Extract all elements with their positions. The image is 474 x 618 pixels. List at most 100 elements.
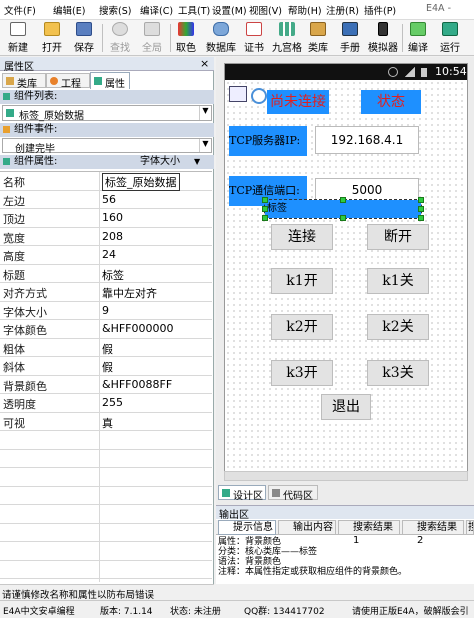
component-event-select[interactable]: 创建完毕 ▼ [2,138,212,155]
property-row[interactable]: 对齐方式 靠中左对齐 [0,283,212,302]
tab-properties[interactable]: 属性 [90,72,130,90]
k2-off-button[interactable]: k2关 [367,314,429,340]
menu-tools[interactable]: 工具(T) [178,3,210,17]
property-value[interactable]: 255 [102,396,123,409]
global-search-button[interactable]: 全局 [140,22,164,54]
property-value[interactable]: 假 [102,359,113,375]
menu-plugin[interactable]: 插件(P) [364,3,396,17]
menu-compile[interactable]: 编译(C) [140,3,173,17]
resize-handle[interactable] [418,215,424,221]
menu-edit[interactable]: 编辑(E) [53,3,85,17]
property-value[interactable]: 靠中左对齐 [102,285,157,301]
property-value[interactable]: 假 [102,341,113,357]
chevron-down-icon[interactable]: ▼ [199,139,211,152]
new-button[interactable]: 新建 [6,22,30,54]
tab-code[interactable]: 代码区 [268,485,318,502]
property-key: 宽度 [3,231,25,245]
port-input[interactable]: 5000 [315,178,419,202]
resize-handle[interactable] [262,215,268,221]
menu-file[interactable]: 文件(F) [4,3,36,17]
simulator-button[interactable]: 模拟器 [366,22,400,54]
resize-handle[interactable] [340,215,346,221]
run-button[interactable]: 运行 [438,22,462,54]
resize-handle[interactable] [262,206,268,212]
property-value[interactable]: 真 [102,415,113,431]
manual-button[interactable]: 手册 [338,22,362,54]
k3-on-button[interactable]: k3开 [271,360,333,386]
status-label-not-connected[interactable]: 尚未连接 [267,90,329,114]
tab-search-more[interactable]: 搜索 [466,520,474,535]
menu-settings[interactable]: 设置(M) [212,3,247,17]
k1-off-button[interactable]: k1关 [367,268,429,294]
property-key: 斜体 [3,361,25,374]
property-row[interactable]: 粗体 假 [0,339,212,357]
property-row[interactable]: 左边 56 [0,191,212,209]
property-row[interactable]: 名称 标签_原始数据 [0,172,212,191]
close-icon[interactable]: × [200,57,209,70]
tcp-ip-label[interactable]: TCP服务器IP: [229,126,307,156]
resize-handle[interactable] [340,197,346,203]
property-value[interactable]: 160 [102,211,123,224]
chevron-down-icon[interactable]: ▼ [199,106,211,120]
property-value[interactable]: &HFF000000 [102,322,174,335]
tab-library[interactable]: 类库 [2,73,46,90]
disconnect-button[interactable]: 断开 [367,224,429,250]
design-canvas[interactable]: 尚未连接 状态 TCP服务器IP: 192.168.4.1 TCP通信端口: 5… [225,80,467,480]
property-row[interactable]: 字体大小 9 [0,302,212,320]
property-value[interactable]: 9 [102,304,109,317]
resize-handle[interactable] [418,206,424,212]
tab-search-result-2[interactable]: 搜索结果2 [402,520,464,546]
ip-input[interactable]: 192.168.4.1 [315,126,419,154]
menu-register[interactable]: 注册(R) [326,3,359,17]
exit-button[interactable]: 退出 [321,394,371,420]
property-row[interactable]: 可视 真 [0,413,212,431]
property-row[interactable]: 字体颜色 &HFF000000 [0,320,212,339]
tab-design[interactable]: 设计区 [218,485,266,502]
property-row[interactable]: 顶边 160 [0,209,212,228]
resize-handle[interactable] [418,197,424,203]
property-value[interactable]: 56 [102,193,116,206]
property-value[interactable]: 标签 [102,267,124,283]
color-picker-button[interactable]: 取色 [174,22,198,54]
hint-text: 请谨慎修改名称和属性以防布局错误 [2,590,155,601]
k1-on-button[interactable]: k1开 [271,268,333,294]
property-value[interactable]: &HFF0088FF [102,378,172,391]
menu-help[interactable]: 帮助(H) [288,3,322,17]
property-row[interactable]: 高度 24 [0,246,212,265]
tab-hint-info[interactable]: 提示信息 [218,520,276,535]
property-row[interactable]: 标题 标签 [0,265,212,283]
horizontal-scrollbar[interactable] [224,471,468,481]
k2-on-button[interactable]: k2开 [271,314,333,340]
save-button[interactable]: 保存 [72,22,96,54]
certificate-button[interactable]: 证书 [242,22,266,54]
find-button[interactable]: 查找 [108,22,132,54]
property-row[interactable]: 透明度 255 [0,394,212,413]
resize-handle[interactable] [262,197,268,203]
tab-project[interactable]: 工程 [46,73,90,90]
toolbar-separator [402,24,403,52]
connect-button[interactable]: 连接 [271,224,333,250]
property-value[interactable]: 标签_原始数据 [102,173,180,191]
property-value[interactable]: 208 [102,230,123,243]
library-button[interactable]: 类库 [306,22,330,54]
status-label[interactable]: 状态 [361,90,421,114]
menu-search[interactable]: 搜索(S) [99,3,131,17]
library-icon [310,22,326,36]
design-panel: 10:54 尚未连接 状态 TCP服务器IP: 192.168.4.1 TCP通… [216,57,474,584]
tab-output-content[interactable]: 输出内容 [278,520,336,535]
open-button[interactable]: 打开 [40,22,64,54]
book-icon [342,22,358,36]
component-list-select[interactable]: 标签_原始数据 ▼ [2,105,212,122]
property-row[interactable]: 斜体 假 [0,357,212,376]
menu-view[interactable]: 视图(V) [249,3,282,17]
nine-grid-button[interactable]: 九宫格 [270,22,304,54]
compile-button[interactable]: 编译 [406,22,430,54]
tab-search-result-1[interactable]: 搜索结果1 [338,520,400,546]
phone-status-bar: 10:54 [225,64,467,80]
property-value[interactable]: 24 [102,248,116,261]
k3-off-button[interactable]: k3关 [367,360,429,386]
chevron-down-icon[interactable]: ▼ [194,155,200,169]
property-row[interactable]: 宽度 208 [0,228,212,246]
property-row[interactable]: 背景颜色 &HFF0088FF [0,376,212,394]
database-button[interactable]: 数据库 [204,22,238,54]
